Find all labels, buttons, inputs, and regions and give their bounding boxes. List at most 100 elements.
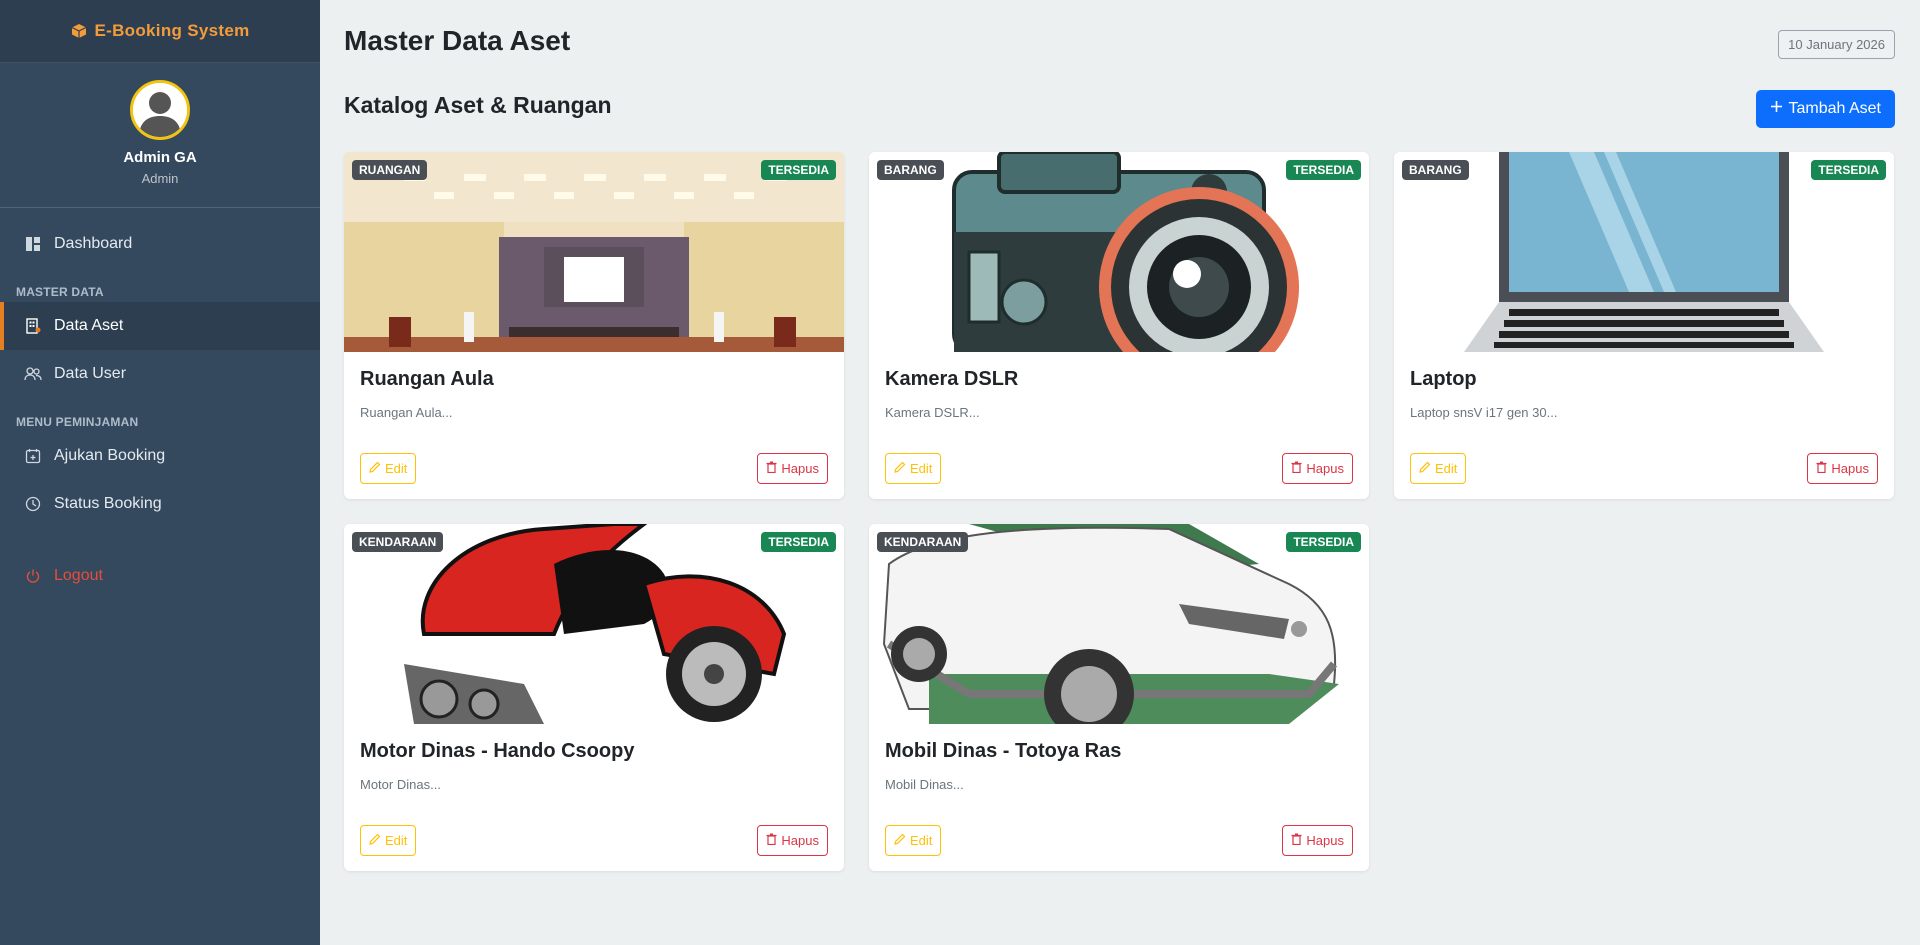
car-image	[869, 524, 1369, 724]
asset-image: BARANG TERSEDIA	[1394, 152, 1894, 352]
asset-card: KENDARAAN TERSEDIA Mobil Dinas - Totoya …	[869, 524, 1369, 871]
building-icon	[24, 317, 42, 335]
delete-button[interactable]: Hapus	[1807, 453, 1878, 484]
asset-card: BARANG TERSEDIA Kamera DSLR Kamera DSLR.…	[869, 152, 1369, 499]
category-badge: BARANG	[1402, 160, 1469, 180]
sidebar: E-Booking System Admin GA Admin Dashboar…	[0, 0, 320, 945]
edit-button[interactable]: Edit	[885, 453, 942, 484]
delete-label: Hapus	[1306, 461, 1344, 476]
status-badge: TERSEDIA	[761, 532, 836, 552]
sidebar-item-dashboard[interactable]: Dashboard	[0, 220, 320, 268]
asset-image: BARANG TERSEDIA	[869, 152, 1369, 352]
clock-icon	[24, 495, 42, 513]
edit-label: Edit	[385, 833, 408, 848]
main-content: Master Data Aset 10 January 2026 Katalog…	[320, 0, 1920, 945]
power-icon	[24, 567, 42, 585]
status-badge: TERSEDIA	[1286, 532, 1361, 552]
pencil-icon	[369, 461, 381, 476]
sidebar-item-ajukan-booking[interactable]: Ajukan Booking	[0, 432, 320, 480]
pencil-icon	[1419, 461, 1431, 476]
nav-section-peminjaman: MENU PEMINJAMAN	[16, 415, 139, 429]
sidebar-item-label: Ajukan Booking	[54, 447, 166, 464]
trash-icon	[1291, 833, 1302, 848]
nav-section-master: MASTER DATA	[16, 285, 104, 299]
asset-name: Motor Dinas - Hando Csoopy	[360, 740, 635, 762]
asset-description: Ruangan Aula...	[360, 405, 453, 420]
sidebar-item-data-user[interactable]: Data User	[0, 350, 320, 398]
asset-card: RUANGAN TERSEDIA Ruangan Aula Ruangan Au…	[344, 152, 844, 499]
asset-description: Mobil Dinas...	[885, 777, 964, 792]
status-badge: TERSEDIA	[761, 160, 836, 180]
sidebar-item-label: Data Aset	[54, 317, 124, 334]
plus-icon	[1770, 100, 1783, 118]
delete-button[interactable]: Hapus	[1282, 825, 1353, 856]
sidebar-item-label: Logout	[54, 567, 103, 584]
trash-icon	[1291, 461, 1302, 476]
sidebar-item-data-aset[interactable]: Data Aset	[0, 302, 320, 350]
trash-icon	[766, 461, 777, 476]
laptop-image	[1394, 152, 1894, 352]
edit-button[interactable]: Edit	[360, 453, 417, 484]
trash-icon	[766, 833, 777, 848]
delete-label: Hapus	[781, 461, 819, 476]
edit-button[interactable]: Edit	[885, 825, 942, 856]
asset-name: Kamera DSLR	[885, 368, 1019, 390]
status-badge: TERSEDIA	[1811, 160, 1886, 180]
delete-label: Hapus	[1306, 833, 1344, 848]
delete-button[interactable]: Hapus	[757, 453, 828, 484]
date-badge: 10 January 2026	[1778, 30, 1895, 59]
sidebar-item-label: Data User	[54, 365, 127, 382]
sidebar-item-label: Dashboard	[54, 235, 133, 252]
asset-description: Laptop snsV i17 gen 30...	[1410, 405, 1558, 420]
auditorium-image	[344, 152, 844, 352]
asset-description: Kamera DSLR...	[885, 405, 980, 420]
user-name: Admin GA	[123, 149, 197, 166]
motorcycle-image	[344, 524, 844, 724]
users-icon	[24, 365, 42, 383]
add-asset-label: Tambah Aset	[1788, 100, 1882, 117]
asset-card: KENDARAAN TERSEDIA Motor Dinas - Hando C…	[344, 524, 844, 871]
edit-label: Edit	[1435, 461, 1458, 476]
delete-label: Hapus	[781, 833, 819, 848]
trash-icon	[1816, 461, 1827, 476]
delete-label: Hapus	[1831, 461, 1869, 476]
delete-button[interactable]: Hapus	[757, 825, 828, 856]
user-role: Admin	[141, 171, 179, 186]
asset-description: Motor Dinas...	[360, 777, 441, 792]
asset-card: BARANG TERSEDIA Laptop Laptop snsV i17 g…	[1394, 152, 1894, 499]
section-title: Katalog Aset & Ruangan	[344, 92, 612, 118]
dashboard-icon	[24, 235, 42, 253]
status-badge: TERSEDIA	[1286, 160, 1361, 180]
asset-name: Mobil Dinas - Totoya Ras	[885, 740, 1122, 762]
delete-button[interactable]: Hapus	[1282, 453, 1353, 484]
avatar	[130, 80, 190, 140]
asset-image: KENDARAAN TERSEDIA	[869, 524, 1369, 724]
user-profile: Admin GA Admin	[0, 63, 320, 208]
sidebar-item-status-booking[interactable]: Status Booking	[0, 480, 320, 528]
pencil-icon	[894, 833, 906, 848]
category-badge: KENDARAAN	[352, 532, 444, 552]
edit-label: Edit	[385, 461, 408, 476]
edit-label: Edit	[910, 833, 933, 848]
add-asset-button[interactable]: Tambah Aset	[1755, 90, 1895, 128]
calendar-plus-icon	[24, 447, 42, 465]
asset-name: Laptop	[1410, 368, 1477, 390]
edit-button[interactable]: Edit	[1410, 453, 1467, 484]
edit-label: Edit	[910, 461, 933, 476]
pencil-icon	[369, 833, 381, 848]
sidebar-item-label: Status Booking	[54, 495, 162, 512]
user-avatar-icon	[133, 83, 187, 137]
pencil-icon	[894, 461, 906, 476]
asset-grid: RUANGAN TERSEDIA Ruangan Aula Ruangan Au…	[344, 152, 1895, 871]
brand[interactable]: E-Booking System	[0, 0, 320, 63]
sidebar-nav: Dashboard MASTER DATA Data Aset Data Use…	[0, 208, 320, 600]
camera-image	[869, 152, 1369, 352]
sidebar-item-logout[interactable]: Logout	[0, 552, 320, 600]
category-badge: RUANGAN	[352, 160, 428, 180]
asset-name: Ruangan Aula	[360, 368, 494, 390]
brand-title: E-Booking System	[94, 21, 250, 40]
category-badge: BARANG	[877, 160, 944, 180]
asset-image: KENDARAAN TERSEDIA	[344, 524, 844, 724]
edit-button[interactable]: Edit	[360, 825, 417, 856]
